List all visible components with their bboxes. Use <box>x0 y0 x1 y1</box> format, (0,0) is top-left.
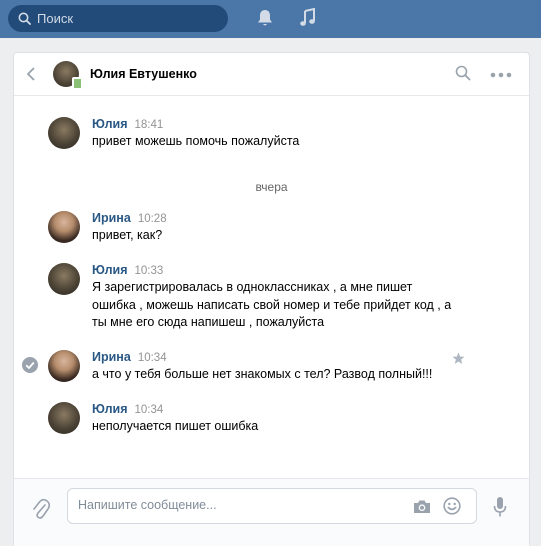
message-time: 10:33 <box>134 265 164 277</box>
avatar[interactable] <box>48 117 80 149</box>
message-composer <box>14 478 529 546</box>
avatar[interactable] <box>48 263 80 295</box>
dialog-header: Юлия Евтушенко <box>14 53 529 96</box>
message-text: привет можешь помочь пожалуйста <box>92 134 300 148</box>
music-icon[interactable] <box>299 8 317 28</box>
message-input-box[interactable] <box>67 488 477 524</box>
message-time: 10:34 <box>137 352 167 364</box>
message-list: Юлия 18:41 привет можешь помочь пожалуйст… <box>14 96 529 476</box>
message-author[interactable]: Ирина 10:34 <box>92 350 167 364</box>
day-divider: вчера <box>255 180 288 194</box>
search-input[interactable] <box>37 11 207 26</box>
message-author[interactable]: Юлия 18:41 <box>92 117 163 131</box>
checkmark-icon[interactable] <box>22 357 38 373</box>
online-indicator <box>72 77 83 90</box>
avatar[interactable] <box>48 350 80 382</box>
message-time: 10:28 <box>137 213 167 225</box>
message-text: Я зарегистрировалась в одноклассниках , … <box>92 280 452 329</box>
search-icon <box>18 12 31 25</box>
search-box[interactable] <box>8 5 228 32</box>
bell-icon[interactable] <box>256 8 274 28</box>
message-text: а что у тебя больше нет знакомых с тел? … <box>92 367 433 381</box>
message-time: 18:41 <box>134 119 164 131</box>
smile-icon[interactable] <box>443 497 461 515</box>
message-input[interactable] <box>78 498 398 512</box>
avatar[interactable] <box>48 402 80 434</box>
paperclip-icon[interactable] <box>32 498 50 520</box>
contact-name[interactable]: Юлия Евтушенко <box>90 67 197 81</box>
more-icon[interactable] <box>490 72 512 78</box>
message-text: неполучается пишет ошибка <box>92 419 259 433</box>
top-bar <box>0 0 541 38</box>
message-author[interactable]: Ирина 10:28 <box>92 211 167 225</box>
message-time: 10:34 <box>134 404 164 416</box>
star-icon[interactable] <box>452 352 465 365</box>
message-author[interactable]: Юлия 10:34 <box>92 402 163 416</box>
back-arrow-icon[interactable] <box>26 67 36 81</box>
dialog-panel: Юлия Евтушенко Юлия 18:41 привет можешь п… <box>13 52 530 546</box>
message-author[interactable]: Юлия 10:33 <box>92 263 163 277</box>
message-text: привет, как? <box>92 228 163 242</box>
microphone-icon[interactable] <box>493 496 507 518</box>
search-icon[interactable] <box>455 65 471 81</box>
avatar[interactable] <box>48 211 80 243</box>
camera-icon[interactable] <box>413 499 431 514</box>
